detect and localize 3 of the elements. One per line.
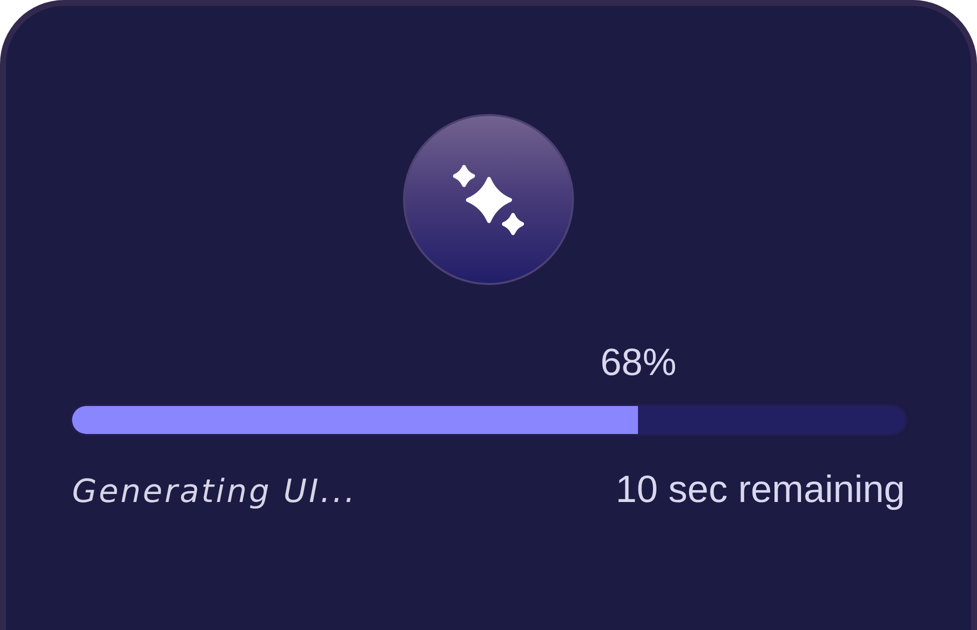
progress-percent: 68% <box>600 341 676 386</box>
time-remaining: 10 sec remaining <box>616 468 905 513</box>
status-text: Generating UI... <box>72 472 357 510</box>
